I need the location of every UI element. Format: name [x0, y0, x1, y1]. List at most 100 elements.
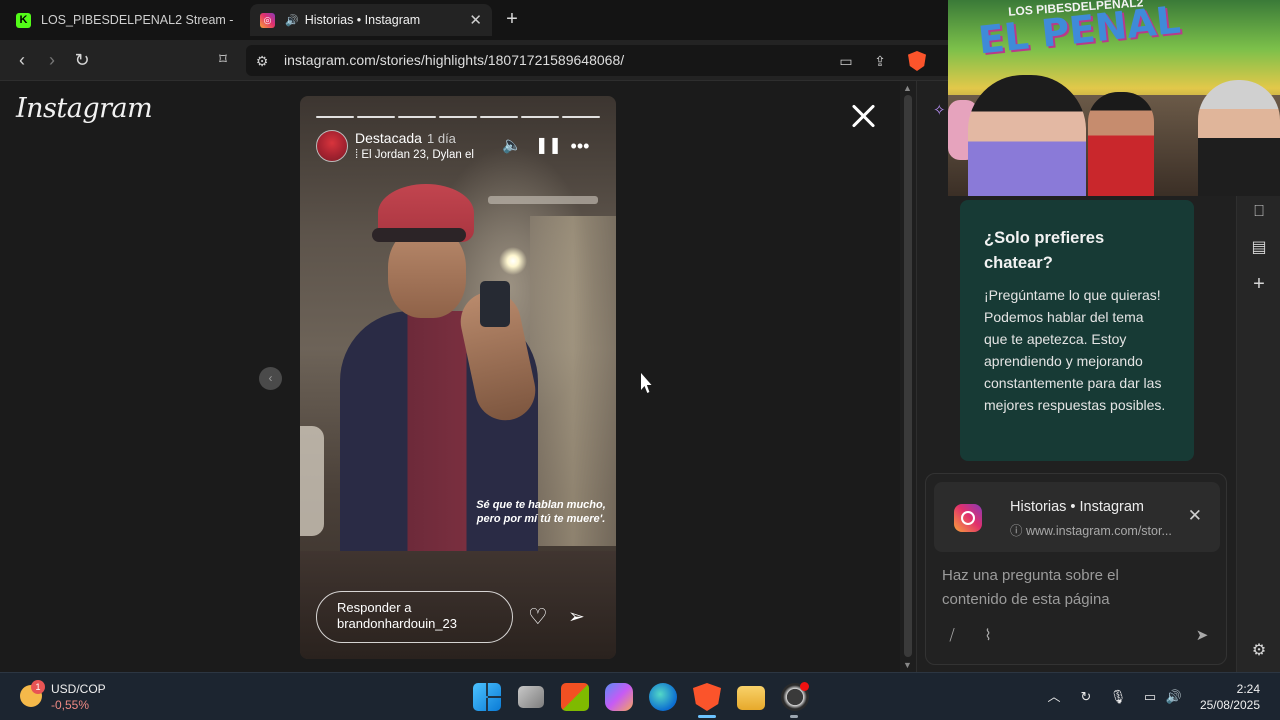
story-background	[488, 196, 598, 204]
volume-icon[interactable]: 🔊	[1165, 688, 1183, 706]
recording-dot-icon	[800, 682, 809, 691]
story-progress-segment	[357, 116, 395, 118]
instagram-icon: ◎	[260, 12, 275, 28]
browser-toolbar: ‹ › ↻ ⌑ ⚙ instagram.com/stories/highligh…	[0, 40, 948, 81]
bookmarks-icon[interactable]: ⎕	[1249, 202, 1269, 222]
windows-taskbar: 1 USD/COP -0,55% ︿ ↻ 🎙 ▭ 🔊 2:24 25/08/20…	[0, 672, 1280, 720]
address-bar[interactable]: ⚙ instagram.com/stories/highlights/18071…	[246, 45, 948, 76]
reply-placeholder: Responder a	[337, 600, 412, 615]
bookmark-icon[interactable]: ⌑	[211, 49, 235, 73]
reading-list-icon[interactable]: ▤	[1249, 238, 1269, 258]
ticker-change: -0,55%	[51, 698, 90, 712]
send-icon[interactable]: ➢	[568, 605, 594, 629]
forward-arrow-icon[interactable]: ›	[40, 49, 64, 73]
task-view-icon[interactable]	[518, 686, 544, 708]
cast-icon[interactable]: ▭	[836, 51, 856, 71]
info-icon: ⓘ	[1010, 524, 1026, 538]
scroll-down-icon[interactable]: ▼	[903, 660, 912, 670]
share-icon[interactable]: ⇪	[870, 51, 890, 71]
context-title: Historias • Instagram	[1010, 499, 1145, 515]
copilot-icon[interactable]	[605, 683, 633, 711]
story-background	[530, 216, 616, 546]
instagram-logo[interactable]: Instagram	[16, 93, 153, 124]
mouse-cursor-icon	[641, 373, 652, 393]
back-arrow-icon[interactable]: ‹	[10, 49, 34, 73]
store-icon[interactable]	[561, 683, 589, 711]
tab-label: LOS_PIBESDELPENAL2 Stream - Watc	[41, 13, 234, 27]
story-progress-segment	[480, 116, 518, 118]
clock-date[interactable]: 25/08/2025	[1190, 698, 1260, 712]
chat-input[interactable]: Haz una pregunta sobre el contenido de e…	[942, 564, 1182, 612]
page-context-card: Historias • Instagram ⓘ www.instagram.co…	[934, 482, 1220, 552]
clock-time[interactable]: 2:24	[1200, 682, 1260, 696]
leo-sparkle-icon: ✧	[933, 102, 946, 119]
remove-context-icon[interactable]: ✕	[1188, 506, 1202, 526]
network-icon[interactable]: ▭	[1141, 688, 1159, 706]
chat-composer: Historias • Instagram ⓘ www.instagram.co…	[925, 473, 1227, 665]
caption-line: Sé que te hablan mucho,	[476, 499, 606, 511]
music-label: El Jordan 23, Dylan el	[361, 149, 474, 161]
reply-input[interactable]: Responder a brandonhardouin_23	[316, 591, 513, 643]
close-tab-icon[interactable]: ✕	[469, 11, 482, 29]
reply-placeholder: brandonhardouin_23	[337, 616, 457, 631]
ticker-name[interactable]: USD/COP	[51, 682, 106, 696]
start-icon[interactable]	[473, 683, 501, 711]
context-url: ⓘ www.instagram.com/stor...	[1010, 520, 1172, 539]
story-time: 1 día	[427, 131, 456, 146]
story-progress-segment	[316, 116, 354, 118]
active-app-indicator	[698, 715, 716, 718]
reload-icon[interactable]: ↻	[70, 49, 94, 73]
sync-icon[interactable]: ↻	[1077, 688, 1095, 706]
file-explorer-icon[interactable]	[737, 686, 765, 710]
scroll-up-icon[interactable]: ▲	[903, 83, 912, 93]
tab-strip: K LOS_PIBESDELPENAL2 Stream - Watc ◎ 🔊 H…	[0, 0, 948, 40]
tab-label: Historias • Instagram	[304, 13, 421, 27]
caption-line: pero por mí tú te muere'.	[476, 513, 606, 525]
attach-icon[interactable]: ⌇	[978, 626, 998, 646]
new-tab-button[interactable]: +	[500, 8, 524, 32]
widget-badge: 1	[31, 680, 45, 694]
avatar[interactable]	[316, 130, 348, 162]
microphone-icon[interactable]: 🎙	[1109, 688, 1127, 706]
webcam-person	[1088, 92, 1154, 196]
page-scrollbar[interactable]: ▲ ▼	[900, 81, 916, 672]
add-panel-icon[interactable]: +	[1249, 274, 1269, 294]
kick-icon: K	[16, 12, 31, 28]
scroll-thumb[interactable]	[904, 95, 912, 657]
brave-icon[interactable]	[693, 683, 721, 711]
site-settings-icon[interactable]: ⚙	[252, 51, 272, 71]
tab-kick-stream[interactable]: K LOS_PIBESDELPENAL2 Stream - Watc	[6, 4, 244, 36]
chevron-up-icon[interactable]: ︿	[1045, 688, 1063, 706]
context-url-text: www.instagram.com/stor...	[1025, 524, 1172, 538]
story-header: Destacada 1 día ⁞ El Jordan 23, Dylan el…	[316, 130, 600, 166]
close-story-icon[interactable]	[846, 99, 880, 133]
story-progress-segment	[562, 116, 600, 118]
brave-shield-icon[interactable]	[908, 51, 926, 71]
welcome-card: ¿Solo prefieres chatear? ¡Pregúntame lo …	[960, 200, 1194, 461]
volume-icon[interactable]: 🔈	[502, 136, 522, 156]
previous-story-icon[interactable]: ‹	[259, 367, 282, 390]
webcam-overlay: LOS PIBESDELPENAL2 EL PENAL	[948, 0, 1280, 196]
story-caption: Sé que te hablan mucho, pero por mí tú t…	[466, 498, 616, 526]
settings-gear-icon[interactable]: ⚙	[1249, 641, 1269, 661]
webcam-person	[1198, 80, 1280, 196]
tab-instagram-stories[interactable]: ◎ 🔊 Historias • Instagram ✕	[250, 4, 492, 36]
like-heart-icon[interactable]: ♡	[528, 605, 554, 629]
story-viewer[interactable]: Destacada 1 día ⁞ El Jordan 23, Dylan el…	[300, 96, 616, 659]
story-background	[300, 426, 324, 536]
story-music[interactable]: ⁞ El Jordan 23, Dylan el	[355, 149, 495, 161]
story-progress-segment	[439, 116, 477, 118]
send-message-icon[interactable]: ➤	[1192, 626, 1212, 646]
more-options-icon[interactable]: •••	[570, 136, 590, 156]
speaker-icon[interactable]: 🔊	[285, 14, 299, 27]
url-text[interactable]: instagram.com/stories/highlights/1807172…	[284, 52, 624, 68]
slash-command-icon[interactable]: ⧸	[942, 626, 962, 646]
story-progress-segment	[398, 116, 436, 118]
story-username[interactable]: Destacada	[355, 130, 422, 146]
webcam-person	[968, 75, 1086, 196]
instagram-icon	[954, 504, 982, 532]
pause-icon[interactable]: ❚❚	[535, 136, 562, 156]
edge-icon[interactable]	[649, 683, 677, 711]
story-cap	[372, 228, 466, 242]
running-app-indicator	[790, 715, 798, 718]
